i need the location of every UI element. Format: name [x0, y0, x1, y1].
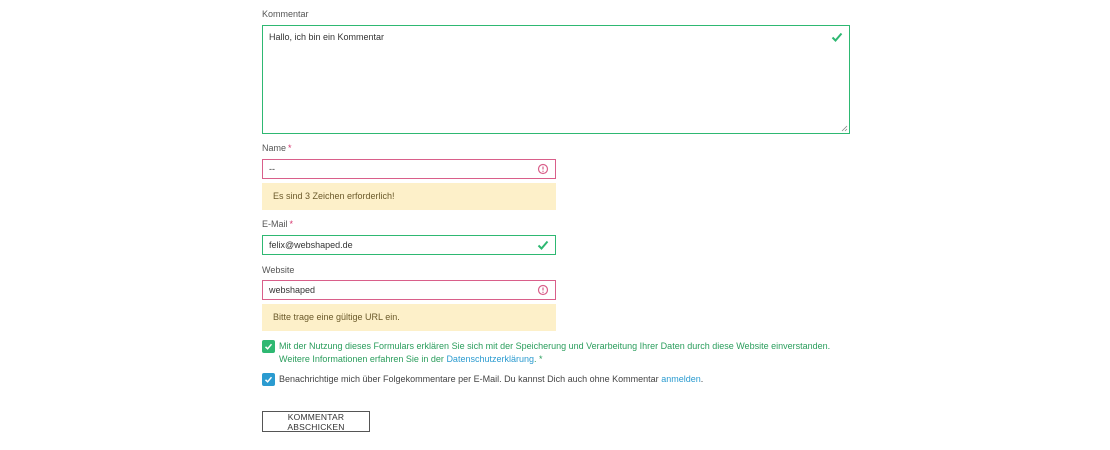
website-input[interactable]: webshaped: [262, 280, 556, 300]
required-marker: *: [288, 143, 292, 153]
email-value[interactable]: felix@webshaped.de: [269, 240, 353, 250]
required-marker: *: [289, 219, 294, 229]
privacy-consent-text: Mit der Nutzung dieses Formulars erkläre…: [279, 341, 831, 364]
email-label: E-Mail *: [262, 219, 294, 229]
comment-textarea[interactable]: Hallo, ich bin ein Kommentar: [262, 25, 850, 134]
privacy-policy-link[interactable]: Datenschutzerklärung: [446, 354, 534, 364]
subscribe-login-link[interactable]: anmelden: [661, 374, 701, 384]
alert-circle-icon: [537, 163, 549, 175]
name-label: Name *: [262, 143, 292, 153]
website-error-notice: Bitte trage eine gültige URL ein.: [262, 304, 556, 331]
submit-comment-button[interactable]: KOMMENTAR ABSCHICKEN: [262, 411, 370, 432]
name-input[interactable]: --: [262, 159, 556, 179]
website-label: Website: [262, 265, 295, 275]
website-value[interactable]: webshaped: [269, 285, 315, 295]
alert-circle-icon: [537, 284, 549, 296]
resize-handle-icon[interactable]: [841, 125, 848, 132]
subscribe-text: Benachrichtige mich über Folgekommentare…: [279, 374, 704, 384]
name-value[interactable]: --: [269, 164, 275, 174]
privacy-checkbox[interactable]: [262, 340, 275, 353]
email-input[interactable]: felix@webshaped.de: [262, 235, 556, 255]
comment-label: Kommentar: [262, 9, 309, 19]
name-error-notice: Es sind 3 Zeichen erforderlich!: [262, 183, 556, 210]
check-icon: [537, 240, 549, 250]
checkmark-icon: [264, 343, 273, 350]
comment-value[interactable]: Hallo, ich bin ein Kommentar: [269, 32, 384, 42]
check-icon: [831, 32, 843, 42]
subscribe-checkbox[interactable]: [262, 373, 275, 386]
checkmark-icon: [264, 376, 273, 383]
